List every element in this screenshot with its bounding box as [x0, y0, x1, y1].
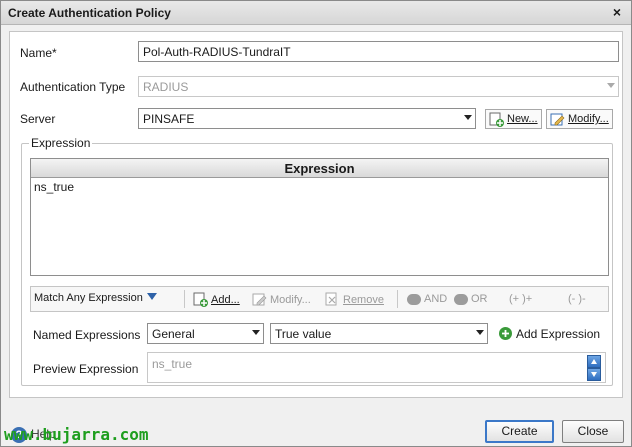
modify-label: Modify...: [568, 113, 609, 125]
add-expression-button[interactable]: Add Expression: [498, 326, 600, 341]
add-label: Add...: [211, 293, 240, 306]
remove-label: Remove: [343, 293, 384, 306]
dialog-title: Create Authentication Policy: [8, 6, 171, 20]
add-parentheses-button[interactable]: (+ )+: [509, 293, 532, 305]
add-expression-row-button[interactable]: Add...: [193, 292, 240, 307]
preview-expression-field: ns_true: [147, 352, 606, 383]
remove-parentheses-button[interactable]: (- )-: [568, 293, 586, 305]
edit-icon: [550, 112, 565, 127]
named-expression-select[interactable]: True value: [270, 323, 488, 344]
and-button[interactable]: AND: [407, 293, 447, 305]
create-label: Create: [501, 424, 538, 438]
or-label: OR: [471, 293, 488, 305]
expression-toolbar: Match Any Expression Add... Modify... Re…: [30, 286, 609, 312]
add-expression-label: Add Expression: [516, 326, 601, 341]
name-field[interactable]: Pol-Auth-RADIUS-TundraIT: [138, 41, 619, 62]
match-label: Match Any Expression: [34, 292, 143, 304]
and-label: AND: [424, 293, 448, 305]
named-category-value: General: [152, 327, 195, 341]
auth-type-select: RADIUS: [138, 76, 619, 97]
grid-header: Expression: [31, 159, 608, 178]
remove-icon: [325, 292, 340, 307]
named-category-select[interactable]: General: [147, 323, 264, 344]
modify-label: Modify...: [270, 293, 311, 306]
server-select[interactable]: PINSAFE: [138, 108, 476, 129]
new-icon: [489, 112, 504, 127]
add-circle-icon: [498, 326, 513, 341]
close-button[interactable]: Close: [562, 420, 624, 443]
chevron-down-icon: [464, 115, 472, 120]
toolbar-divider: [184, 290, 185, 308]
new-server-button[interactable]: New...: [485, 109, 542, 129]
expression-legend: Expression: [29, 136, 93, 150]
named-expression-value: True value: [275, 327, 332, 341]
auth-type-value: RADIUS: [143, 80, 189, 94]
chevron-down-icon: [476, 330, 484, 335]
remove-expression-row-button[interactable]: Remove: [325, 292, 384, 307]
table-row[interactable]: ns_true: [31, 178, 608, 196]
preview-scroll[interactable]: [587, 355, 601, 381]
match-any-expression-dropdown[interactable]: Match Any Expression: [34, 292, 158, 304]
scroll-down-icon[interactable]: [587, 368, 601, 381]
watermark: www.bujarra.com: [4, 425, 149, 444]
modify-server-button[interactable]: Modify...: [546, 109, 613, 129]
create-button[interactable]: Create: [485, 420, 554, 443]
or-toggle-icon: [454, 293, 468, 305]
chevron-down-icon: [607, 83, 615, 88]
expression-grid[interactable]: Expression ns_true: [30, 158, 609, 276]
close-icon[interactable]: ×: [613, 4, 621, 20]
name-label: Name*: [20, 46, 57, 60]
close-label: Close: [577, 424, 609, 438]
and-toggle-icon: [407, 293, 421, 305]
create-authentication-policy-dialog: Create Authentication Policy × Name* Pol…: [0, 0, 632, 447]
edit-icon: [252, 292, 267, 307]
auth-type-label: Authentication Type: [20, 80, 126, 94]
toolbar-divider: [397, 290, 398, 308]
modify-expression-row-button[interactable]: Modify...: [252, 292, 311, 307]
server-label: Server: [20, 112, 56, 126]
server-value: PINSAFE: [143, 112, 195, 126]
new-label: New...: [507, 113, 538, 125]
named-expressions-label: Named Expressions: [33, 328, 141, 342]
or-button[interactable]: OR: [454, 293, 488, 305]
title-bar: Create Authentication Policy ×: [1, 1, 631, 25]
chevron-down-icon: [252, 330, 260, 335]
add-icon: [193, 292, 208, 307]
preview-expression-value: ns_true: [152, 357, 193, 371]
scroll-up-icon[interactable]: [587, 355, 601, 368]
chevron-down-icon: [146, 292, 158, 304]
preview-expression-label: Preview Expression: [33, 362, 139, 376]
